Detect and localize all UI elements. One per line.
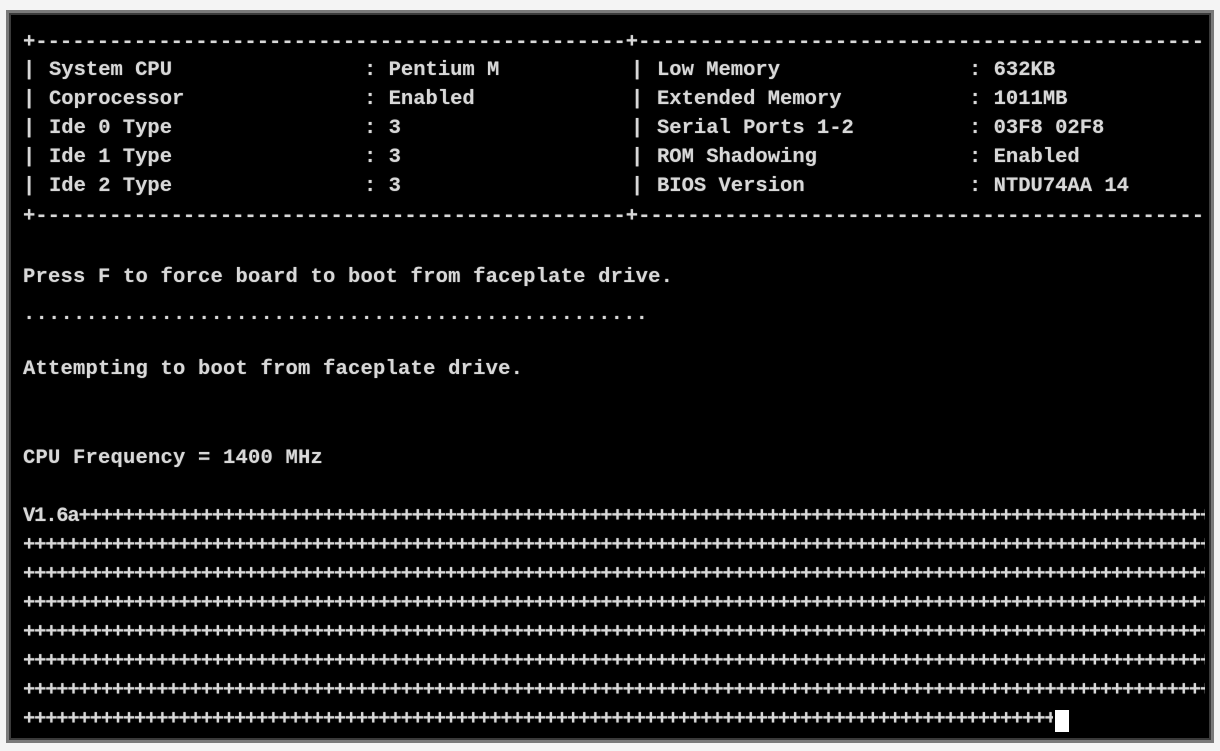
bios-screen: +---------------------------------------… bbox=[6, 10, 1214, 743]
coprocessor-label: Coprocessor bbox=[49, 88, 185, 111]
table-pipe: | bbox=[23, 88, 36, 111]
boot-progress-row: ++++++++++++++++++++++++++++++++++++++++… bbox=[23, 650, 1205, 673]
coprocessor-value: : Enabled bbox=[364, 88, 475, 111]
terminal-output: +---------------------------------------… bbox=[9, 13, 1211, 740]
ide1-label: Ide 1 Type bbox=[49, 146, 173, 169]
boot-progress-row: V1.6a+++++++++++++++++++++++++++++++++++… bbox=[23, 505, 1205, 528]
serial-ports-label: Serial Ports 1-2 bbox=[657, 117, 854, 140]
ide1-value: : 3 bbox=[364, 146, 401, 169]
table-pipe: | bbox=[23, 59, 36, 82]
ide0-value: : 3 bbox=[364, 117, 401, 140]
bios-version-value: : NTDU74AA 14 bbox=[969, 175, 1129, 198]
bios-version-label: BIOS Version bbox=[657, 175, 805, 198]
table-pipe: | bbox=[631, 117, 644, 140]
boot-progress-row: ++++++++++++++++++++++++++++++++++++++++… bbox=[23, 592, 1205, 615]
serial-ports-value: : 03F8 02F8 bbox=[969, 117, 1105, 140]
table-pipe: | bbox=[23, 117, 36, 140]
extended-memory-label: Extended Memory bbox=[657, 88, 842, 111]
press-f-message: Press F to force board to boot from face… bbox=[23, 266, 674, 289]
table-pipe: | bbox=[631, 175, 644, 198]
table-pipe: | bbox=[631, 59, 644, 82]
low-memory-label: Low Memory bbox=[657, 59, 781, 82]
system-cpu-value: : Pentium M bbox=[364, 59, 500, 82]
table-pipe: | bbox=[631, 146, 644, 169]
ide2-value: : 3 bbox=[364, 175, 401, 198]
ide0-label: Ide 0 Type bbox=[49, 117, 173, 140]
boot-progress-row-last: ++++++++++++++++++++++++++++++++++++++++… bbox=[23, 708, 1053, 731]
system-cpu-label: System CPU bbox=[49, 59, 173, 82]
rom-shadowing-label: ROM Shadowing bbox=[657, 146, 817, 169]
ide2-label: Ide 2 Type bbox=[49, 175, 173, 198]
table-pipe: | bbox=[23, 175, 36, 198]
boot-attempt-message: Attempting to boot from faceplate drive. bbox=[23, 358, 524, 381]
text-cursor bbox=[1055, 710, 1069, 732]
boot-progress-row: ++++++++++++++++++++++++++++++++++++++++… bbox=[23, 563, 1205, 586]
dotted-progress: ........................................… bbox=[23, 303, 649, 326]
boot-progress-row: ++++++++++++++++++++++++++++++++++++++++… bbox=[23, 621, 1205, 644]
table-bottom-border: +---------------------------------------… bbox=[23, 205, 1203, 228]
table-pipe: | bbox=[23, 146, 36, 169]
version-label: V1.6a bbox=[23, 505, 80, 528]
cpu-frequency-message: CPU Frequency = 1400 MHz bbox=[23, 447, 324, 470]
boot-progress-row: ++++++++++++++++++++++++++++++++++++++++… bbox=[23, 534, 1205, 557]
boot-progress-row: ++++++++++++++++++++++++++++++++++++++++… bbox=[23, 679, 1205, 702]
extended-memory-value: : 1011MB bbox=[969, 88, 1068, 111]
table-pipe: | bbox=[631, 88, 644, 111]
table-top-border: +---------------------------------------… bbox=[23, 31, 1203, 54]
low-memory-value: : 632KB bbox=[969, 59, 1056, 82]
rom-shadowing-value: : Enabled bbox=[969, 146, 1080, 169]
